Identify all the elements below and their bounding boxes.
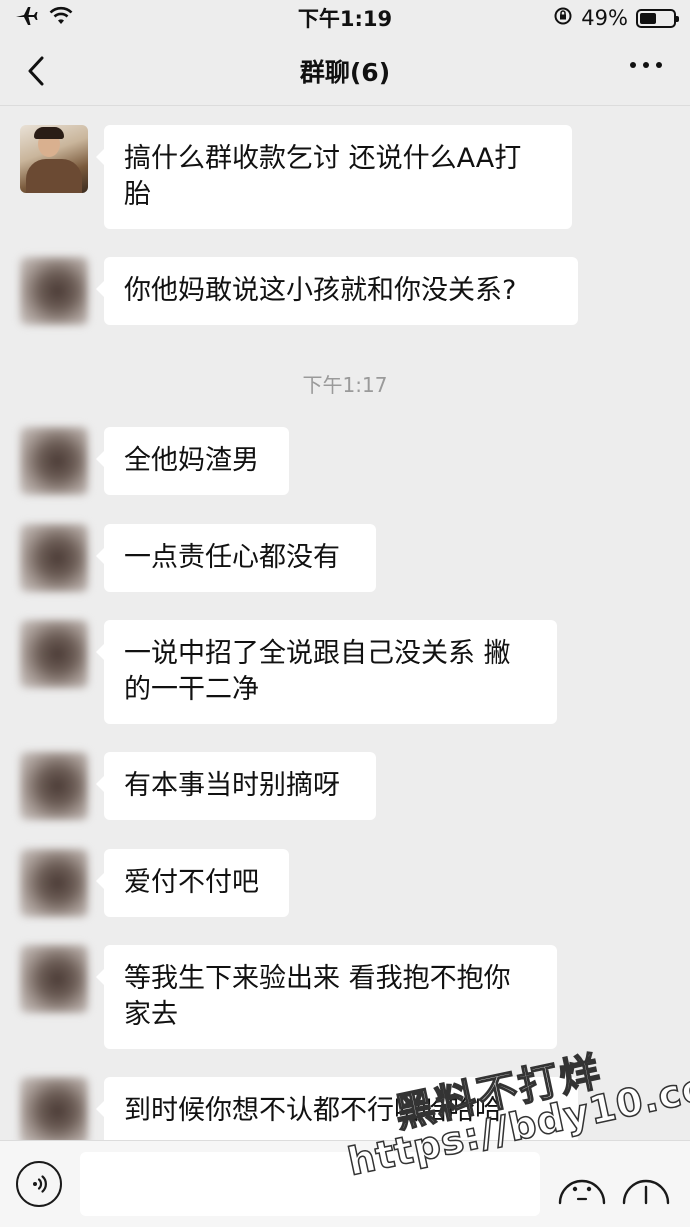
- message-bubble[interactable]: 一点责任心都没有: [96, 524, 376, 592]
- message-bubble[interactable]: 搞什么群收款乞讨 还说什么AA打 胎: [96, 125, 572, 229]
- status-right: 49%: [516, 6, 679, 31]
- avatar[interactable]: [20, 125, 88, 193]
- message-bubble[interactable]: 一说中招了全说跟自己没关系 撇 的一干二净: [96, 620, 557, 724]
- avatar[interactable]: [20, 257, 88, 325]
- emoji-button[interactable]: [556, 1159, 608, 1211]
- message-bubble[interactable]: 有本事当时别摘呀: [96, 752, 376, 820]
- chat-title: 群聊(6): [299, 57, 391, 87]
- avatar-hair: [34, 127, 64, 139]
- message-timestamp: 下午1:17: [302, 373, 388, 397]
- status-left: [14, 6, 174, 31]
- voice-icon: [33, 1175, 47, 1193]
- avatar[interactable]: [20, 849, 88, 917]
- message-bubble[interactable]: 爱付不付吧: [96, 849, 289, 917]
- input-bar: [0, 1140, 690, 1227]
- message-bubble[interactable]: 你他妈敢说这小孩就和你没关系?: [96, 257, 578, 325]
- status-time: 下午1:19: [297, 7, 393, 31]
- airplane-icon: [14, 6, 38, 31]
- voice-button[interactable]: [16, 1161, 62, 1207]
- message-list[interactable]: 搞什么群收款乞讨 还说什么AA打 胎 你他妈敢说这小孩就和你没关系? 下午1:1…: [0, 107, 690, 1140]
- battery-fill: [639, 12, 656, 24]
- message-input[interactable]: [80, 1152, 540, 1216]
- message-bubble[interactable]: 到时候你想不认都不行哈哈哈哈: [96, 1077, 578, 1140]
- plus-icon: [622, 1179, 670, 1205]
- status-bar: 下午1:19 49%: [0, 0, 690, 36]
- chevron-left-icon: [28, 56, 44, 86]
- more-dot: [656, 62, 662, 68]
- message-bubble[interactable]: 全他妈渣男: [96, 427, 289, 495]
- nav-bar: 群聊(6): [0, 36, 690, 106]
- avatar[interactable]: [20, 620, 88, 688]
- back-button[interactable]: [22, 54, 54, 88]
- more-dot: [630, 62, 636, 68]
- more-dot: [643, 62, 649, 68]
- emoji-icon: [558, 1179, 606, 1205]
- more-button[interactable]: [630, 62, 662, 68]
- avatar[interactable]: [20, 427, 88, 495]
- battery-icon: [635, 8, 679, 28]
- avatar-body: [26, 159, 82, 193]
- avatar[interactable]: [20, 945, 88, 1013]
- plus-button[interactable]: [620, 1159, 672, 1211]
- wifi-icon: [48, 6, 74, 31]
- avatar[interactable]: [20, 524, 88, 592]
- battery-percent: 49%: [581, 6, 628, 30]
- avatar[interactable]: [20, 1077, 88, 1140]
- avatar[interactable]: [20, 752, 88, 820]
- message-bubble[interactable]: 等我生下来验出来 看我抱不抱你 家去: [96, 945, 557, 1049]
- orientation-lock-icon: [553, 6, 573, 31]
- chat-screen: 下午1:19 49% 群聊(6) 搞什么群收款乞讨 还说什么AA打 胎 你他妈敢…: [0, 0, 690, 1227]
